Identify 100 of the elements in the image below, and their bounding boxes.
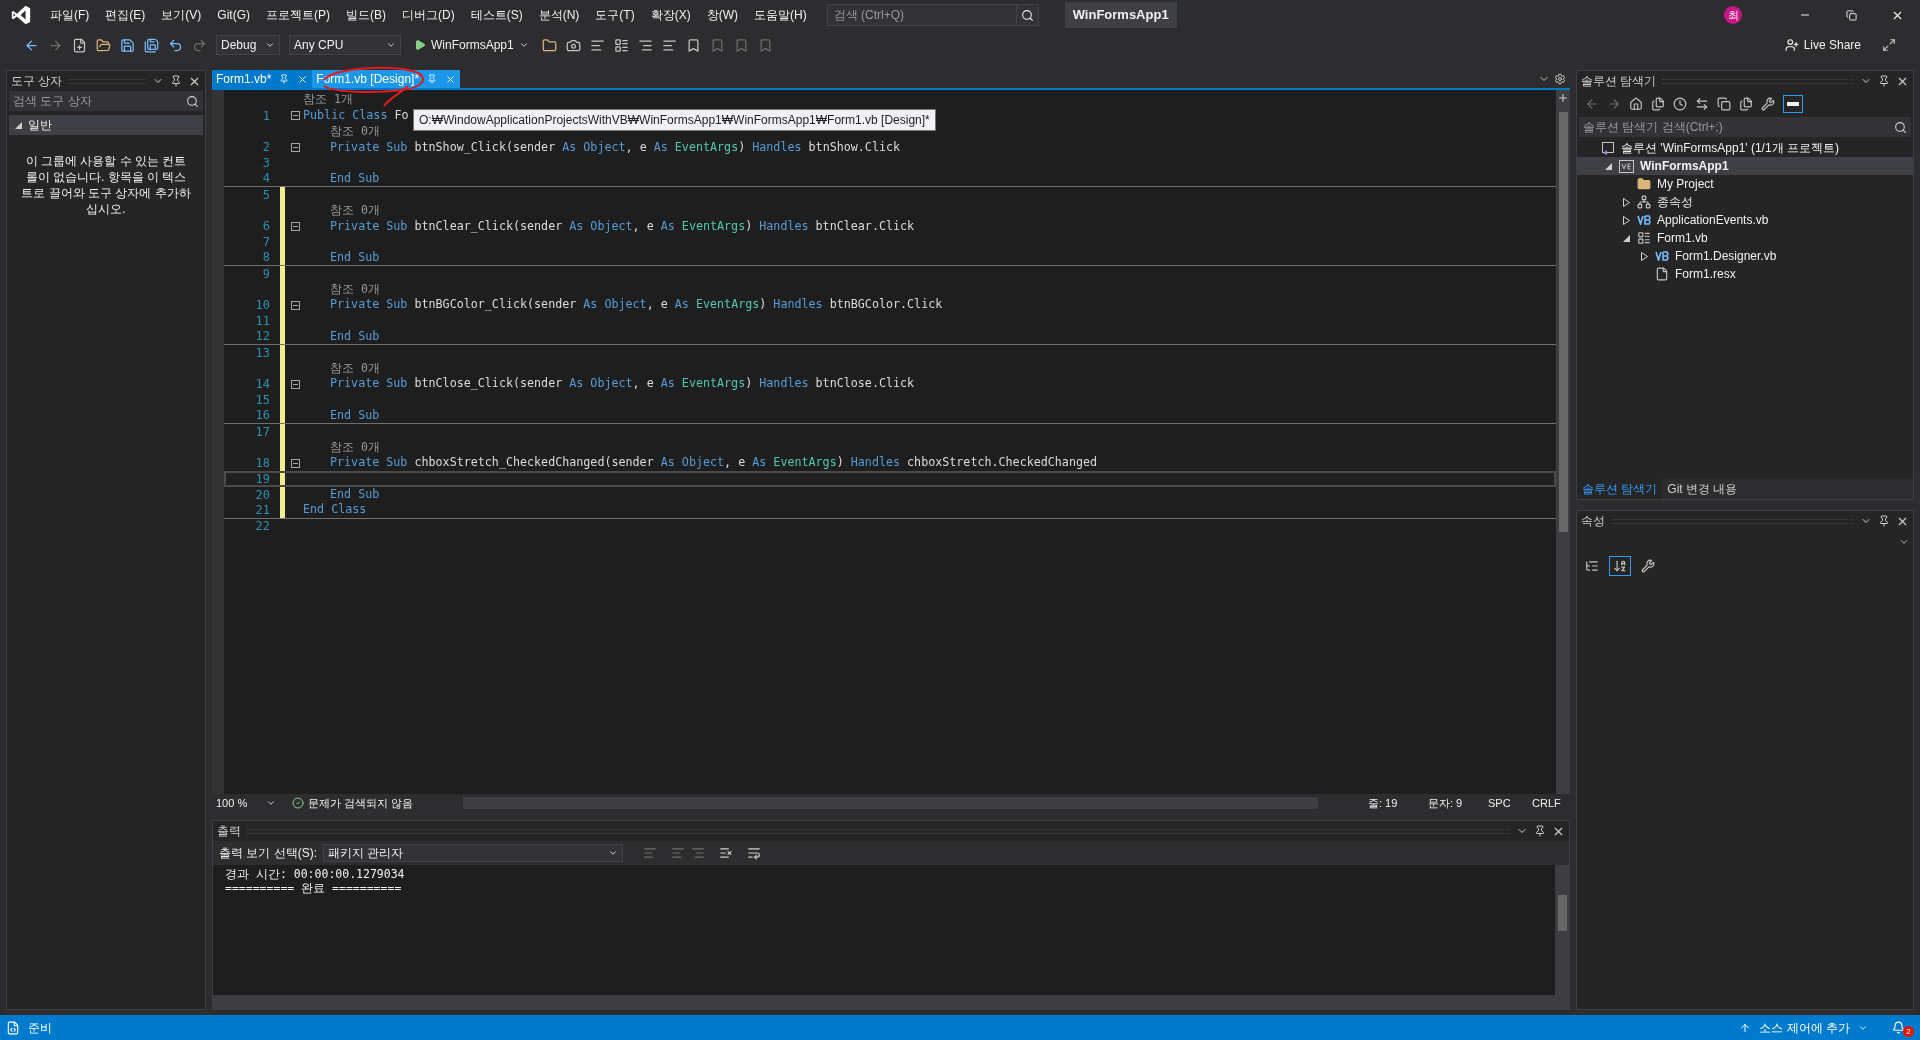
- source-control-button[interactable]: 소스 제어에 추가: [1759, 1018, 1850, 1037]
- sync-icon[interactable]: [1695, 97, 1709, 111]
- indent-icon[interactable]: [637, 37, 653, 53]
- menu-item[interactable]: 확장(X): [642, 6, 699, 24]
- tree-item[interactable]: Form1.Designer.vb: [1675, 247, 1777, 265]
- menu-item[interactable]: 도구(T): [587, 6, 643, 24]
- home-icon[interactable]: [1629, 97, 1643, 111]
- panel-tab[interactable]: Git 변경 내용: [1662, 479, 1743, 499]
- collapse-icon[interactable]: [291, 221, 300, 231]
- show-all-files-icon[interactable]: [1739, 97, 1753, 111]
- menu-item[interactable]: 분석(N): [530, 6, 588, 24]
- expand-icon[interactable]: [1882, 38, 1896, 52]
- layout-icon[interactable]: [613, 37, 629, 53]
- code-lens[interactable]: 참조 0개: [330, 122, 380, 141]
- save-all-icon[interactable]: [144, 37, 159, 53]
- check-circle-icon[interactable]: [292, 797, 304, 809]
- menu-item[interactable]: 프로젝트(P): [258, 6, 338, 24]
- code-lens[interactable]: 참조 0개: [330, 359, 380, 378]
- clear-all-icon[interactable]: [719, 846, 733, 860]
- pin-icon[interactable]: [1878, 515, 1890, 527]
- play-icon[interactable]: [414, 39, 426, 51]
- expanded-arrow-icon[interactable]: [1622, 234, 1630, 242]
- word-wrap-icon[interactable]: [747, 846, 761, 860]
- outdent-icon[interactable]: [661, 37, 677, 53]
- caret-icon[interactable]: [608, 848, 618, 858]
- pin-icon[interactable]: [170, 75, 182, 87]
- menu-item[interactable]: 빌드(B): [338, 6, 394, 24]
- bookmark-icon[interactable]: [685, 37, 701, 53]
- caret-icon[interactable]: [1899, 537, 1909, 547]
- menu-item[interactable]: 도움말(H): [746, 6, 815, 24]
- caret-icon[interactable]: [266, 798, 276, 808]
- search-field[interactable]: 검색 (Ctrl+Q): [826, 4, 1017, 26]
- tree-item[interactable]: Form1.vb: [1657, 229, 1708, 247]
- code-lens[interactable]: 참조 1개: [303, 91, 353, 109]
- caret-icon[interactable]: [518, 40, 529, 50]
- pin-icon[interactable]: [1878, 75, 1890, 87]
- start-button[interactable]: WinFormsApp1: [431, 36, 514, 54]
- history-icon[interactable]: [1673, 97, 1687, 111]
- expanded-arrow-icon[interactable]: [1604, 162, 1612, 170]
- collapsed-arrow-icon[interactable]: [1640, 251, 1648, 261]
- open-folder-icon[interactable]: [96, 37, 111, 53]
- folder-icon[interactable]: [541, 37, 557, 53]
- tree-item[interactable]: ApplicationEvents.vb: [1657, 211, 1769, 229]
- search-icon[interactable]: [1894, 120, 1907, 134]
- menu-item[interactable]: 보기(V): [153, 6, 210, 24]
- zoom-dropdown[interactable]: 100 %: [216, 794, 256, 812]
- back-icon[interactable]: [24, 37, 39, 53]
- menu-item[interactable]: 테스트(S): [462, 6, 531, 24]
- code-lens[interactable]: 참조 0개: [330, 438, 380, 457]
- camera-icon[interactable]: [565, 37, 581, 53]
- split-icon[interactable]: [1557, 92, 1569, 104]
- group-header[interactable]: 일반: [9, 115, 203, 135]
- tree-item[interactable]: My Project: [1657, 175, 1714, 193]
- collapse-icon[interactable]: [291, 111, 300, 121]
- menu-item[interactable]: 파일(F): [42, 6, 98, 24]
- code-lens[interactable]: 참조 0개: [330, 280, 380, 299]
- search-icon[interactable]: [186, 94, 199, 108]
- line-indicator: 줄: 19: [1368, 795, 1399, 811]
- bell-icon[interactable]: [1892, 1021, 1905, 1034]
- collapse-icon[interactable]: [291, 379, 300, 389]
- menu-item[interactable]: 디버그(D): [394, 6, 463, 24]
- preview-toggle[interactable]: [1783, 95, 1803, 113]
- collapsed-arrow-icon[interactable]: [1622, 197, 1630, 207]
- menu-item[interactable]: 편집(E): [97, 6, 154, 24]
- save-icon[interactable]: [120, 37, 135, 53]
- collapse-all-icon[interactable]: [1717, 97, 1731, 111]
- caret-icon[interactable]: [265, 40, 275, 50]
- user-plus-icon[interactable]: [1784, 38, 1799, 52]
- collapsed-arrow-icon[interactable]: [1622, 215, 1630, 225]
- horizontal-scrollbar[interactable]: [213, 995, 1569, 1009]
- undo-icon[interactable]: [168, 37, 183, 53]
- scrollbar-thumb[interactable]: [1557, 895, 1567, 931]
- new-file-icon[interactable]: [72, 37, 87, 53]
- files-icon[interactable]: [1651, 97, 1665, 111]
- align-left-icon[interactable]: [589, 37, 605, 53]
- search-icon[interactable]: [1020, 8, 1034, 22]
- caret-icon[interactable]: [386, 40, 396, 50]
- wrench-icon[interactable]: [1761, 97, 1775, 111]
- back-icon[interactable]: [1585, 97, 1599, 111]
- forward-icon[interactable]: [1607, 97, 1621, 111]
- collapse-icon[interactable]: [291, 142, 300, 152]
- issues-status[interactable]: 문제가 검색되지 않음: [308, 794, 414, 812]
- tree-item[interactable]: 종속성: [1657, 193, 1693, 211]
- menu-item[interactable]: 창(W): [698, 6, 746, 24]
- collapse-icon[interactable]: [291, 458, 300, 468]
- user-avatar[interactable]: 최: [1724, 6, 1742, 24]
- expanded-arrow-icon[interactable]: [15, 121, 22, 129]
- pin-icon[interactable]: [1534, 825, 1546, 837]
- tree-item[interactable]: Form1.resx: [1675, 265, 1736, 283]
- redo-icon[interactable]: [192, 37, 207, 53]
- panel-tab[interactable]: 솔루션 탐색기: [1577, 479, 1663, 499]
- scrollbar-thumb[interactable]: [1558, 112, 1568, 532]
- forward-icon[interactable]: [48, 37, 63, 53]
- collapse-icon[interactable]: [291, 300, 300, 310]
- restore-icon[interactable]: [1845, 9, 1857, 21]
- menu-item[interactable]: Git(G): [209, 6, 258, 24]
- code-lens[interactable]: 참조 0개: [330, 201, 380, 220]
- tree-item[interactable]: 솔루션 'WinFormsApp1' (1/1개 프로젝트): [1621, 139, 1839, 157]
- settings-icon[interactable]: [1554, 73, 1566, 85]
- live-share-button[interactable]: Live Share: [1803, 36, 1861, 54]
